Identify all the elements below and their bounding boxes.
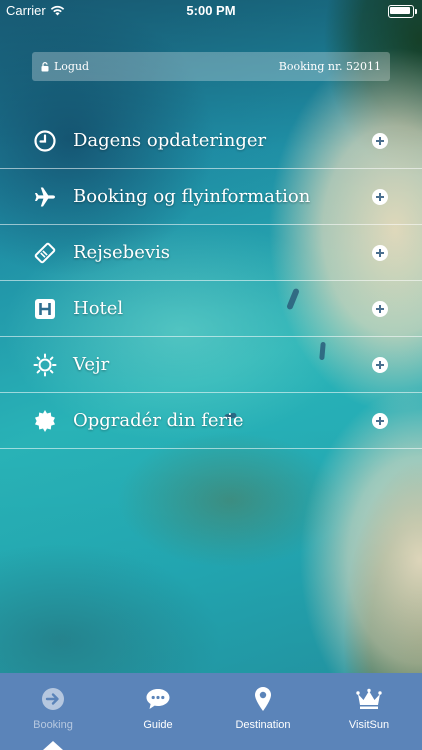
chat-bubble-icon bbox=[145, 686, 171, 712]
lock-open-icon bbox=[41, 61, 49, 71]
menu-item-weather[interactable]: Vejr bbox=[0, 337, 422, 393]
menu-item-updates[interactable]: Dagens opdateringer bbox=[0, 113, 422, 169]
menu-item-label: Rejsebevis bbox=[73, 242, 171, 263]
battery-icon bbox=[388, 5, 417, 18]
info-bar: Logud Booking nr. 52011 bbox=[32, 52, 390, 81]
logout-button[interactable]: Logud bbox=[41, 60, 89, 73]
plus-circle-icon[interactable] bbox=[372, 189, 388, 205]
menu-item-label: Hotel bbox=[73, 298, 124, 319]
tab-bar: Booking Guide Destination VisitSun bbox=[0, 673, 422, 750]
menu-list: Dagens opdateringer Booking og flyinform… bbox=[0, 113, 422, 449]
sun-icon bbox=[33, 353, 57, 377]
booking-number: Booking nr. 52011 bbox=[278, 60, 381, 73]
menu-item-label: Opgradér din ferie bbox=[73, 410, 244, 431]
tab-guide[interactable]: Guide bbox=[105, 673, 211, 750]
status-bar: Carrier 5:00 PM bbox=[0, 0, 422, 22]
arrow-right-circle-icon bbox=[40, 686, 66, 712]
status-time: 5:00 PM bbox=[186, 3, 236, 18]
tab-label: Guide bbox=[143, 719, 173, 731]
plus-circle-icon[interactable] bbox=[372, 245, 388, 261]
ticket-icon bbox=[33, 241, 57, 265]
map-pin-icon bbox=[250, 686, 276, 712]
plus-circle-icon[interactable] bbox=[372, 301, 388, 317]
menu-item-label: Dagens opdateringer bbox=[73, 130, 267, 151]
clock-icon bbox=[33, 129, 57, 153]
menu-item-travel-document[interactable]: Rejsebevis bbox=[0, 225, 422, 281]
crown-icon bbox=[356, 686, 382, 712]
menu-item-upgrade[interactable]: Opgradér din ferie bbox=[0, 393, 422, 449]
tab-label: VisitSun bbox=[348, 719, 390, 731]
logout-label: Logud bbox=[54, 60, 90, 73]
tab-label: Destination bbox=[235, 719, 291, 731]
plus-circle-icon[interactable] bbox=[372, 357, 388, 373]
plus-circle-icon[interactable] bbox=[372, 413, 388, 429]
tab-visitsun[interactable]: VisitSun bbox=[316, 673, 422, 750]
tab-booking[interactable]: Booking bbox=[0, 673, 106, 750]
tab-destination[interactable]: Destination bbox=[210, 673, 316, 750]
menu-item-label: Booking og flyinformation bbox=[73, 186, 311, 207]
active-tab-indicator bbox=[43, 741, 63, 750]
badge-icon bbox=[33, 409, 57, 433]
plus-circle-icon[interactable] bbox=[372, 133, 388, 149]
menu-item-hotel[interactable]: Hotel bbox=[0, 281, 422, 337]
menu-item-label: Vejr bbox=[73, 354, 110, 375]
hotel-icon bbox=[33, 297, 57, 321]
menu-item-booking-flight[interactable]: Booking og flyinformation bbox=[0, 169, 422, 225]
airplane-icon bbox=[33, 185, 57, 209]
tab-label: Booking bbox=[33, 719, 73, 731]
